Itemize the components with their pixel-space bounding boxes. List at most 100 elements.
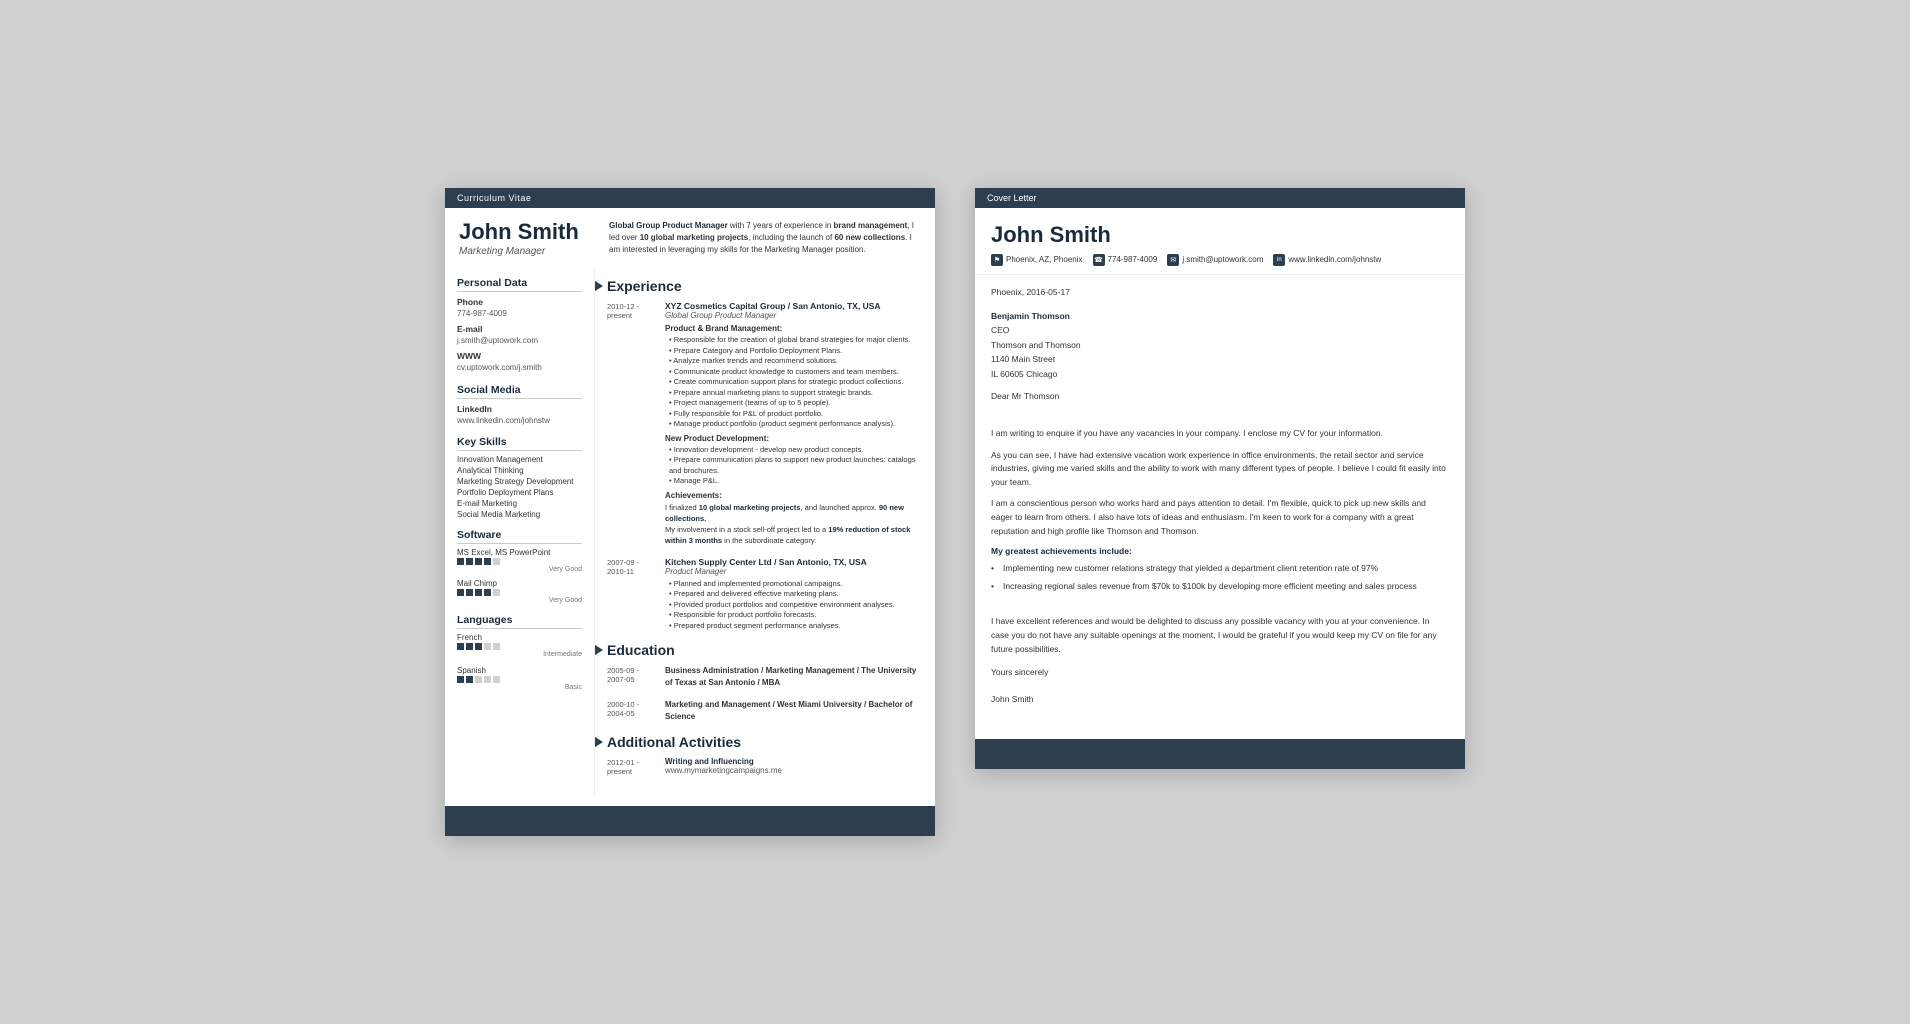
skill-dot-empty [493, 643, 500, 650]
cv-lang-2-level: Basic [457, 684, 582, 691]
cl-recipient-company: Thomson and Thomson [991, 340, 1081, 350]
cl-footer [975, 739, 1465, 769]
activities-section-header: Additional Activities [595, 733, 923, 751]
skill-dot [475, 558, 482, 565]
skill-dot-empty [493, 558, 500, 565]
skill-dot [466, 558, 473, 565]
skill-dot [484, 589, 491, 596]
cl-name: John Smith [991, 222, 1449, 248]
exp-content-1: XYZ Cosmetics Capital Group / San Antoni… [665, 301, 923, 547]
skill-dot-empty [475, 676, 482, 683]
cv-lang-1-bar [457, 643, 582, 650]
skill-dot [457, 676, 464, 683]
edu-date-1: 2005-09 -2007-05 [607, 665, 657, 689]
experience-section-header: Experience [595, 277, 923, 295]
linkedin-icon: in [1273, 254, 1285, 266]
skill-dot [484, 558, 491, 565]
cv-www-value: cv.uptowork.com/j.smith [457, 362, 582, 373]
cv-lang-1: French Intermediate [457, 633, 582, 658]
cv-software-2: Mail Chimp Very Good [457, 579, 582, 604]
cv-software-heading: Software [457, 529, 582, 544]
cv-email-value: j.smith@uptowork.com [457, 335, 582, 346]
cv-linkedin-value: www.linkedin.com/johnstw [457, 415, 582, 426]
exp-content-2: Kitchen Supply Center Ltd / San Antonio,… [665, 557, 923, 632]
exp-bullets-1b: • Innovation development - develop new p… [665, 445, 923, 487]
cl-closing: Yours sincerely John Smith [991, 666, 1449, 707]
cv-skill-4: Portfolio Deployment Plans [457, 488, 582, 497]
exp-subheading-1b: New Product Development: [665, 434, 923, 443]
cv-header-label: Curriculum Vitae [445, 188, 935, 208]
cv-summary: Global Group Product Manager with 7 year… [609, 220, 921, 257]
cv-lang-1-level: Intermediate [457, 651, 582, 658]
exp-date-1: 2010-12 -present [607, 301, 657, 547]
cv-lang-2-bar [457, 676, 582, 683]
exp-achievement-1: I finalized 10 global marketing projects… [665, 502, 923, 547]
cv-software-1-name: MS Excel, MS PowerPoint [457, 548, 582, 557]
cv-languages-heading: Languages [457, 614, 582, 629]
cl-location: ⚑ Phoenix, AZ, Phoenix [991, 254, 1083, 266]
cl-phone: ☎ 774-987-4009 [1093, 254, 1158, 266]
cv-lang-1-name: French [457, 633, 582, 642]
email-icon: ✉ [1167, 254, 1179, 266]
cl-achievements-heading: My greatest achievements include: [991, 546, 1449, 556]
skill-dot-empty [484, 676, 491, 683]
exp-entry-2: 2007-09 -2010-11 Kitchen Supply Center L… [607, 557, 923, 632]
edu-entry-2: 2000-10 -2004-05 Marketing and Managemen… [607, 699, 923, 723]
cv-lang-2: Spanish Basic [457, 666, 582, 691]
cl-signature: John Smith [991, 693, 1449, 707]
edu-degree-2: Marketing and Management / West Miami Un… [665, 699, 923, 723]
cl-salutation: Dear Mr Thomson [991, 391, 1449, 401]
skill-dot-empty [493, 589, 500, 596]
cv-skill-3: Marketing Strategy Development [457, 477, 582, 486]
exp-role-1: Global Group Product Manager [665, 311, 923, 320]
cv-software-1-bar [457, 558, 582, 565]
exp-bullets-1a: • Responsible for the creation of global… [665, 335, 923, 430]
cl-location-text: Phoenix, AZ, Phoenix [1006, 255, 1083, 264]
cl-paragraph-3: I am a conscientious person who works ha… [991, 497, 1449, 538]
cover-letter-document: Cover Letter John Smith ⚑ Phoenix, AZ, P… [975, 188, 1465, 769]
experience-heading: Experience [607, 278, 682, 294]
skill-dot [475, 643, 482, 650]
exp-bullets-2: • Planned and implemented promotional ca… [665, 579, 923, 632]
cl-paragraph-2: As you can see, I have had extensive vac… [991, 449, 1449, 490]
cl-achievement-1: Implementing new customer relations stra… [991, 562, 1449, 576]
cv-software-2-level: Very Good [457, 597, 582, 604]
exp-company-1: XYZ Cosmetics Capital Group / San Antoni… [665, 301, 923, 311]
skill-dot-empty [493, 676, 500, 683]
cv-social-media-heading: Social Media [457, 384, 582, 399]
skill-dot [457, 558, 464, 565]
cv-left-column: Personal Data Phone 774-987-4009 E-mail … [445, 267, 595, 796]
cv-skill-1: Innovation Management [457, 455, 582, 464]
cv-software-1-level: Very Good [457, 566, 582, 573]
cl-date: Phoenix, 2016-05-17 [991, 287, 1449, 297]
cv-footer [445, 806, 935, 836]
activities-arrow-icon [595, 733, 603, 751]
skill-dot [475, 589, 482, 596]
cl-name-section: John Smith ⚑ Phoenix, AZ, Phoenix ☎ 774-… [975, 208, 1465, 275]
cv-skill-2: Analytical Thinking [457, 466, 582, 475]
exp-subheading-1a: Product & Brand Management: [665, 324, 923, 333]
edu-entry-1: 2005-09 -2007-05 Business Administration… [607, 665, 923, 689]
activity-content-1: Writing and Influencing www.mymarketingc… [665, 757, 923, 776]
cl-email-text: j.smith@uptowork.com [1182, 255, 1263, 264]
cl-header-label: Cover Letter [975, 188, 1465, 208]
cv-software-1: MS Excel, MS PowerPoint Very Good [457, 548, 582, 573]
edu-date-2: 2000-10 -2004-05 [607, 699, 657, 723]
exp-role-2: Product Manager [665, 567, 923, 576]
cl-linkedin-text: www.linkedin.com/johnstw [1288, 255, 1381, 264]
documents-container: Curriculum Vitae John Smith Marketing Ma… [445, 188, 1465, 836]
cl-phone-text: 774-987-4009 [1108, 255, 1158, 264]
cv-email-label: E-mail [457, 324, 582, 334]
cl-closing-paragraph: I have excellent references and would be… [991, 615, 1449, 656]
cv-skill-6: Social Media Marketing [457, 510, 582, 519]
cv-software-2-bar [457, 589, 582, 596]
cv-linkedin-label: LinkedIn [457, 404, 582, 414]
cl-linkedin: in www.linkedin.com/johnstw [1273, 254, 1381, 266]
cl-recipient: Benjamin Thomson CEO Thomson and Thomson… [991, 309, 1449, 381]
experience-arrow-icon [595, 277, 603, 295]
skill-dot [466, 643, 473, 650]
edu-content-1: Business Administration / Marketing Mana… [665, 665, 923, 689]
activity-title-1: Writing and Influencing [665, 757, 923, 766]
cl-closing-text: Yours sincerely [991, 666, 1449, 680]
cv-personal-data-heading: Personal Data [457, 277, 582, 292]
